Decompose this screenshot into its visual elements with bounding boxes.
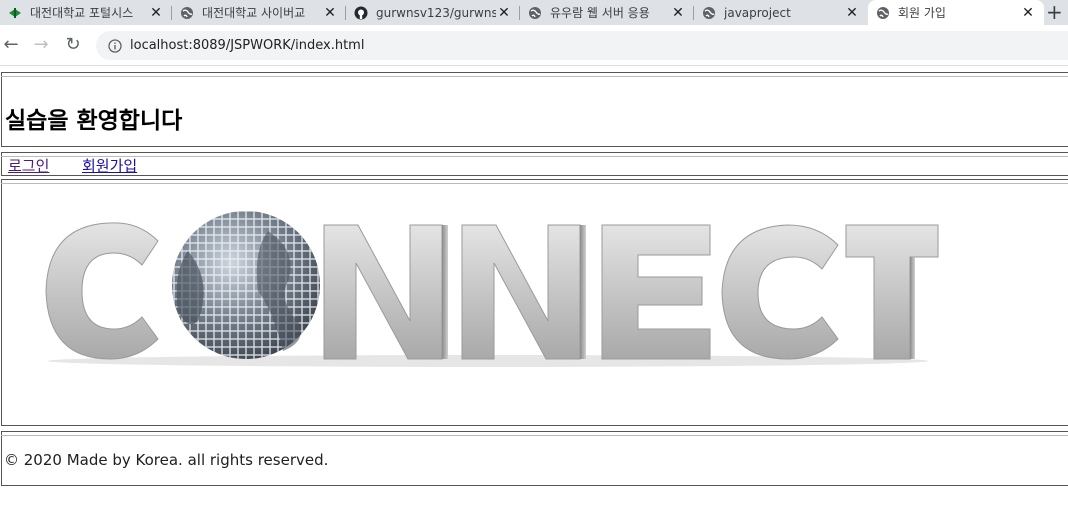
- tab-strip: 대전대학교 포털시스 ✕ 대전대학교 사이버교 ✕ gurwnsv123/gur…: [0, 0, 1068, 25]
- tab-title: gurwnsv123/gurwns: [376, 5, 496, 20]
- browser-toolbar: ← → ↻ localhost:8089/JSPWORK/index.html: [0, 25, 1068, 66]
- forward-arrow-icon[interactable]: →: [30, 34, 52, 56]
- footer-section: © 2020 Made by Korea. all rights reserve…: [1, 431, 1068, 486]
- back-arrow-icon[interactable]: ←: [0, 34, 22, 56]
- address-bar[interactable]: localhost:8089/JSPWORK/index.html: [96, 31, 1068, 60]
- github-icon: [354, 6, 368, 19]
- tab-javaproject[interactable]: javaproject ✕: [694, 0, 868, 25]
- page-title: 실습을 환영합니다: [5, 108, 183, 134]
- close-tab-icon[interactable]: ✕: [322, 5, 338, 21]
- content-section: [1, 179, 1068, 426]
- globe-icon: [529, 6, 541, 19]
- globe-icon: [703, 6, 715, 19]
- tab-signup-active[interactable]: 회원 가입 ✕: [868, 0, 1044, 25]
- close-tab-icon[interactable]: ✕: [1020, 5, 1036, 21]
- tab-title: 회원 가입: [898, 6, 946, 20]
- nav-section: 로그인 회원가입: [1, 152, 1068, 176]
- close-tab-icon[interactable]: ✕: [670, 5, 686, 21]
- tab-title: 대전대학교 포털시스: [30, 6, 134, 20]
- new-tab-button[interactable]: +: [1046, 0, 1068, 25]
- header-section: 실습을 환영합니다: [1, 72, 1068, 147]
- info-icon[interactable]: [108, 38, 122, 53]
- globe-icon: [181, 6, 193, 19]
- close-tab-icon[interactable]: ✕: [496, 5, 512, 21]
- copyright-text: © 2020 Made by Korea. all rights reserve…: [4, 451, 329, 469]
- reload-icon[interactable]: ↻: [62, 34, 84, 56]
- globe-icon: [877, 6, 889, 19]
- tab-portal[interactable]: 대전대학교 포털시스 ✕: [0, 0, 172, 25]
- url-text[interactable]: localhost:8089/JSPWORK/index.html: [130, 38, 364, 53]
- signup-link[interactable]: 회원가입: [82, 155, 137, 176]
- tab-title: javaproject: [724, 5, 791, 20]
- tab-title: 유우람 웹 서버 응용: [550, 6, 650, 20]
- tab-github[interactable]: gurwnsv123/gurwns ✕: [346, 0, 520, 25]
- tab-web-server[interactable]: 유우람 웹 서버 응용 ✕: [520, 0, 694, 25]
- close-tab-icon[interactable]: ✕: [844, 5, 860, 21]
- connect-logo: [45, 211, 939, 367]
- tab-cyber[interactable]: 대전대학교 사이버교 ✕: [172, 0, 346, 25]
- close-tab-icon[interactable]: ✕: [148, 5, 164, 21]
- login-link[interactable]: 로그인: [8, 155, 49, 176]
- leaf-favicon-icon: [9, 7, 21, 18]
- tab-title: 대전대학교 사이버교: [202, 6, 306, 20]
- page-viewport: 실습을 환영합니다 로그인 회원가입 © 2020 Made by Korea.…: [0, 66, 1068, 508]
